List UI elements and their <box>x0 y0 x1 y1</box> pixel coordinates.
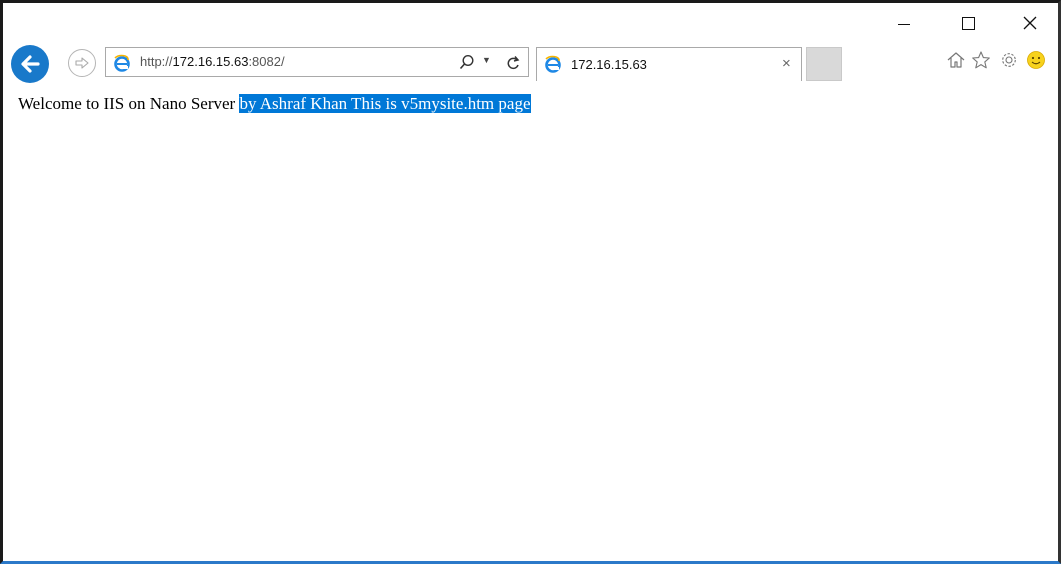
browser-window: http://172.16.15.63:8082/ ▼ 172.16.15.63… <box>0 0 1061 564</box>
home-icon <box>947 52 965 68</box>
new-tab-button[interactable] <box>806 47 842 81</box>
ie-logo-icon <box>545 55 561 73</box>
minimize-icon <box>898 23 910 25</box>
favorites-star-icon <box>972 51 990 69</box>
settings-gear-icon <box>1002 53 1016 67</box>
minimize-button[interactable] <box>881 9 927 37</box>
home-button[interactable] <box>945 49 967 71</box>
favorites-button[interactable] <box>970 49 992 71</box>
feedback-button[interactable] <box>1025 49 1047 71</box>
forward-arrow-icon <box>75 57 89 69</box>
url-host: 172.16.15.63 <box>172 54 249 69</box>
address-bar[interactable]: http://172.16.15.63:8082/ ▼ <box>105 47 529 77</box>
settings-button[interactable] <box>998 49 1020 71</box>
address-url[interactable]: http://172.16.15.63:8082/ <box>140 54 285 69</box>
close-icon <box>1023 16 1037 30</box>
maximize-button[interactable] <box>945 9 991 37</box>
tab-title: 172.16.15.63 <box>571 57 647 72</box>
feedback-smiley-icon <box>1027 51 1045 69</box>
selected-text: by Ashraf Khan This is v5mysite.htm page <box>239 94 531 113</box>
back-button[interactable] <box>11 45 49 83</box>
search-icon[interactable] <box>459 54 475 70</box>
url-scheme: http:// <box>140 54 173 69</box>
url-port-path: :8082/ <box>248 54 285 69</box>
page-content: Welcome to IIS on Nano Server by Ashraf … <box>18 94 531 114</box>
tab-close-icon[interactable]: × <box>782 55 791 72</box>
refresh-icon[interactable] <box>506 55 520 71</box>
close-window-button[interactable] <box>1007 9 1053 37</box>
search-dropdown-icon[interactable]: ▼ <box>482 55 491 65</box>
maximize-icon <box>961 16 975 30</box>
tab-active[interactable]: 172.16.15.63 × <box>536 47 802 81</box>
welcome-text: Welcome to IIS on Nano Server <box>18 94 240 113</box>
ie-logo-icon <box>114 54 130 72</box>
forward-button[interactable] <box>68 49 96 77</box>
back-arrow-icon <box>21 55 40 73</box>
